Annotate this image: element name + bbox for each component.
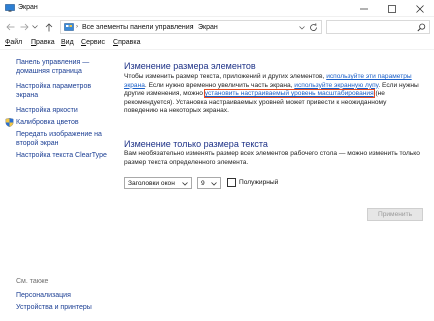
see-also-heading: См. также bbox=[16, 278, 49, 285]
main-content: Изменение размера элементов Чтобы измени… bbox=[113, 50, 434, 321]
sidebar-link-calibrate-color[interactable]: Калибровка цветов bbox=[16, 118, 110, 127]
bold-checkbox-label: Полужирный bbox=[239, 179, 279, 186]
back-arrow-icon bbox=[5, 23, 14, 31]
menu-edit[interactable]: Правка bbox=[31, 39, 55, 46]
forward-arrow-icon bbox=[20, 23, 29, 31]
description-text: . Если нужно временно увеличить часть эк… bbox=[144, 81, 295, 89]
element-select[interactable]: Заголовки окон bbox=[124, 177, 192, 189]
up-arrow-icon bbox=[45, 22, 53, 31]
heading-change-text-size: Изменение только размера текста bbox=[124, 139, 268, 149]
sidebar-link-label: экрана bbox=[16, 92, 39, 99]
recent-dropdown-button[interactable] bbox=[31, 21, 39, 33]
close-icon bbox=[416, 4, 424, 13]
shield-icon bbox=[5, 117, 14, 128]
sidebar-link-control-panel-home[interactable]: Панель управления — домашняя страница bbox=[16, 58, 110, 76]
address-dropdown-button[interactable] bbox=[299, 25, 305, 32]
sidebar-link-brightness[interactable]: Настройка яркости bbox=[16, 106, 110, 115]
font-size-select-value: 9 bbox=[201, 180, 205, 187]
sidebar-link-label: Настройка параметров bbox=[16, 83, 92, 90]
menu-file[interactable]: Файл bbox=[5, 39, 22, 46]
menu-tools[interactable]: Сервис bbox=[81, 39, 105, 46]
sidebar: Панель управления — домашняя страница На… bbox=[0, 50, 113, 321]
sidebar-link-adjust-resolution[interactable]: Настройка параметров экрана bbox=[16, 82, 110, 100]
breadcrumb-current[interactable]: Экран bbox=[198, 24, 218, 31]
address-bar: › Все элементы панели управления › Экран bbox=[0, 17, 434, 37]
search-icon bbox=[417, 23, 426, 34]
display-icon bbox=[5, 4, 15, 12]
title-bar: Экран bbox=[0, 0, 434, 17]
chevron-down-icon bbox=[299, 26, 305, 30]
sidebar-link-personalization[interactable]: Персонализация bbox=[16, 291, 110, 300]
apply-button[interactable]: Применить bbox=[367, 208, 423, 221]
maximize-button[interactable] bbox=[378, 0, 406, 17]
menu-bar: Файл Правка Вид Сервис Справка bbox=[0, 37, 434, 50]
back-button[interactable] bbox=[4, 21, 16, 33]
chevron-down-icon bbox=[182, 181, 188, 188]
heading-change-size-of-items: Изменение размера элементов bbox=[124, 61, 256, 71]
sidebar-link-project-second-screen[interactable]: Передать изображение на второй экран bbox=[16, 130, 110, 148]
breadcrumb-all-items[interactable]: Все элементы панели управления bbox=[82, 24, 193, 31]
chevron-down-icon bbox=[32, 25, 38, 29]
minimize-icon bbox=[360, 8, 368, 9]
sidebar-link-devices-printers[interactable]: Устройства и принтеры bbox=[16, 303, 110, 312]
refresh-button[interactable] bbox=[309, 23, 318, 34]
link-magnifier[interactable]: используйте экранную лупу bbox=[294, 82, 378, 89]
minimize-button[interactable] bbox=[350, 0, 378, 17]
maximize-icon bbox=[388, 4, 396, 13]
font-size-select[interactable]: 9 bbox=[197, 177, 221, 189]
close-button[interactable] bbox=[406, 0, 434, 17]
breadcrumb-separator-icon: › bbox=[191, 24, 193, 30]
forward-button[interactable] bbox=[18, 21, 30, 33]
up-button[interactable] bbox=[43, 21, 55, 33]
sidebar-link-cleartype[interactable]: Настройка текста ClearType bbox=[16, 151, 110, 160]
chevron-down-icon bbox=[211, 181, 217, 188]
sidebar-link-label: второй экран bbox=[16, 140, 59, 147]
sidebar-link-label: Передать изображение на bbox=[16, 131, 102, 138]
element-select-value: Заголовки окон bbox=[128, 180, 175, 187]
address-field[interactable]: › Все элементы панели управления › Экран bbox=[60, 20, 322, 34]
link-custom-scaling[interactable]: установить настраиваемый уровень масштаб… bbox=[203, 89, 375, 99]
menu-help[interactable]: Справка bbox=[113, 39, 140, 46]
description-text: Чтобы изменить размер текста, приложений… bbox=[124, 73, 327, 80]
refresh-icon bbox=[310, 23, 317, 31]
window-title: Экран bbox=[18, 4, 38, 11]
control-panel-icon bbox=[64, 23, 74, 34]
search-input[interactable] bbox=[326, 20, 430, 34]
sidebar-link-label: Панель управления — bbox=[16, 59, 90, 66]
breadcrumb-separator-icon: › bbox=[76, 24, 78, 30]
sidebar-link-label: домашняя страница bbox=[16, 68, 82, 75]
description-change-text: Вам необязательно изменять размер всех э… bbox=[124, 150, 420, 166]
description-change-size: Чтобы изменить размер текста, приложений… bbox=[124, 73, 420, 116]
bold-checkbox[interactable] bbox=[227, 178, 236, 187]
menu-view[interactable]: Вид bbox=[61, 39, 74, 46]
